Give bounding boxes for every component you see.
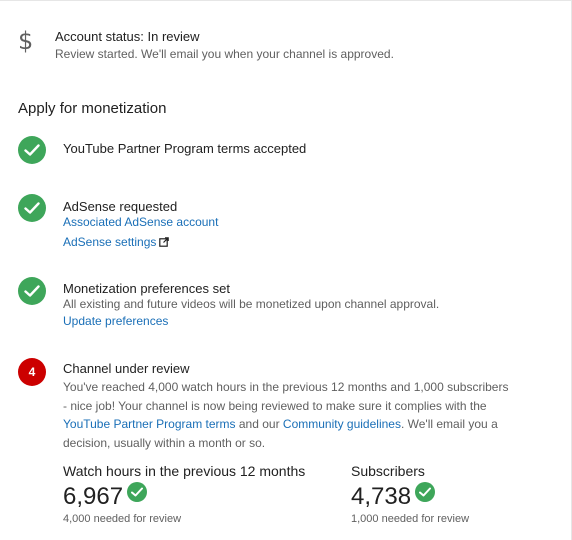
community-guidelines-link[interactable]: Community guidelines [283, 417, 401, 431]
account-status-subtitle: Review started. We'll email you when you… [55, 47, 394, 61]
metric-label: Watch hours in the previous 12 months [63, 463, 306, 479]
step-adsense-title: AdSense requested [63, 199, 178, 214]
step-terms-title: YouTube Partner Program terms accepted [63, 141, 307, 156]
external-link-icon[interactable] [159, 234, 170, 252]
step-number-badge: 4 [18, 358, 46, 386]
monetization-panel: $ Account status: In review Review start… [0, 0, 572, 540]
update-preferences-link[interactable]: Update preferences [63, 314, 168, 328]
metric-requirement: 4,000 needed for review [63, 513, 182, 525]
step-preferences-description: All existing and future videos will be m… [63, 297, 440, 311]
adsense-settings-link[interactable]: AdSense settings [63, 235, 156, 249]
account-status-title: Account status: In review [55, 29, 200, 44]
step-preferences-title: Monetization preferences set [63, 281, 230, 296]
associated-adsense-link[interactable]: Associated AdSense account [63, 215, 218, 229]
metric-label: Subscribers [351, 463, 425, 479]
paragraph-text: You've reached 4,000 watch hours in the … [63, 380, 509, 413]
adsense-settings-row[interactable]: AdSense settings [63, 233, 170, 252]
section-title: Apply for monetization [18, 100, 167, 117]
check-circle-icon [18, 277, 46, 305]
metric-requirement: 1,000 needed for review [351, 513, 470, 525]
metric-watch-hours: Watch hours in the previous 12 months 6,… [63, 463, 305, 525]
check-circle-icon [18, 136, 46, 164]
paragraph-text: and our [235, 417, 283, 431]
partner-program-terms-link[interactable]: YouTube Partner Program terms [63, 417, 236, 431]
check-circle-icon [127, 482, 148, 502]
step-review-title: Channel under review [63, 361, 190, 376]
metric-value: 6,967 [63, 483, 124, 510]
check-circle-icon [415, 482, 436, 502]
dollar-icon: $ [18, 27, 34, 55]
step-review-paragraph: You've reached 4,000 watch hours in the … [63, 378, 513, 452]
metric-subscribers: Subscribers 4,738 1,000 needed for revie… [351, 463, 469, 525]
metric-value: 4,738 [351, 483, 412, 510]
check-circle-icon [18, 194, 46, 222]
